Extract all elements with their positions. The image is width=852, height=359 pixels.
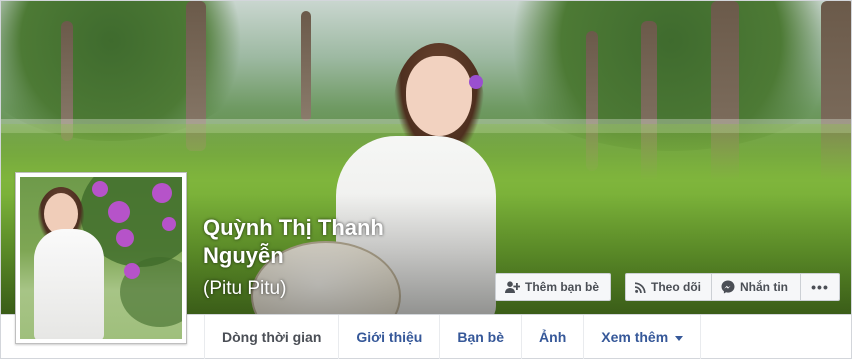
rss-icon	[635, 281, 646, 293]
profile-name-block: Quỳnh Thị Thanh Nguyễn (Pitu Pitu)	[203, 214, 433, 302]
flower-icon	[469, 75, 483, 89]
profile-tabs: Dòng thời gian Giới thiệu Bạn bè Ảnh Xem…	[204, 315, 702, 359]
message-label: Nhắn tin	[740, 280, 788, 294]
message-button[interactable]: Nhắn tin	[712, 273, 801, 301]
tab-timeline[interactable]: Dòng thời gian	[204, 315, 340, 359]
tab-friends[interactable]: Bạn bè	[440, 315, 523, 359]
photo-dress	[34, 229, 104, 339]
tab-label: Ảnh	[539, 329, 567, 345]
tab-about[interactable]: Giới thiệu	[339, 315, 441, 359]
more-options-button[interactable]: •••	[801, 273, 840, 301]
follow-label: Theo dõi	[651, 280, 701, 294]
tab-label: Dòng thời gian	[222, 329, 322, 345]
flower-icon	[152, 183, 172, 203]
add-friend-label: Thêm bạn bè	[525, 280, 600, 294]
tab-label: Xem thêm	[601, 329, 669, 345]
profile-photo	[20, 177, 182, 339]
add-friend-icon	[505, 281, 520, 293]
tab-label: Giới thiệu	[356, 329, 423, 345]
chevron-down-icon	[675, 335, 684, 341]
tab-more[interactable]: Xem thêm	[584, 315, 702, 359]
flower-icon	[108, 201, 130, 223]
messenger-icon	[721, 280, 735, 294]
profile-name[interactable]: Quỳnh Thị Thanh Nguyễn	[203, 214, 433, 270]
tab-photos[interactable]: Ảnh	[522, 315, 585, 359]
follow-button[interactable]: Theo dõi	[625, 273, 712, 301]
flower-icon	[162, 217, 176, 231]
tab-label: Bạn bè	[457, 329, 505, 345]
flower-icon	[92, 181, 108, 197]
profile-alternate-name: (Pitu Pitu)	[203, 278, 287, 299]
action-button-group: Theo dõi Nhắn tin •••	[625, 273, 840, 301]
profile-picture[interactable]	[15, 172, 187, 344]
tree-trunk	[301, 11, 311, 121]
add-friend-button[interactable]: Thêm bạn bè	[495, 273, 611, 301]
more-icon: •••	[811, 279, 829, 295]
figure-head	[406, 56, 472, 136]
flower-icon	[124, 263, 140, 279]
flower-icon	[116, 229, 134, 247]
